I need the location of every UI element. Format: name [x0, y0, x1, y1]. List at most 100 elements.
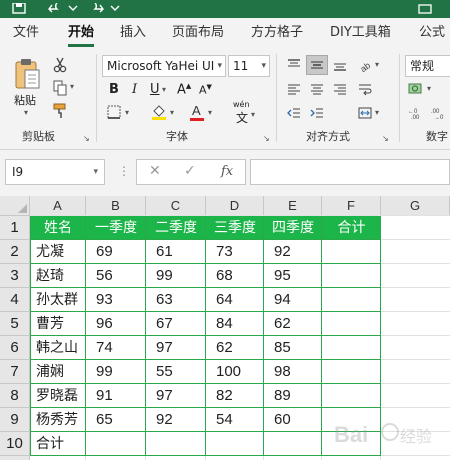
column-header-b[interactable]: B: [86, 196, 146, 216]
score-cell[interactable]: 65: [86, 408, 145, 432]
score-cell[interactable]: 74: [86, 336, 145, 360]
alignment-launcher-icon[interactable]: ↘: [382, 132, 389, 146]
name-cell[interactable]: 尤凝: [30, 240, 85, 264]
undo-icon[interactable]: [48, 0, 62, 13]
copy-dropdown-icon[interactable]: ▾: [70, 82, 74, 91]
increase-indent-icon[interactable]: [309, 105, 325, 121]
borders-dropdown-icon[interactable]: ▾: [125, 108, 129, 117]
score-cell[interactable]: 98: [264, 360, 321, 384]
font-size-dropdown-icon[interactable]: ▾: [261, 56, 266, 76]
format-painter-icon[interactable]: [52, 102, 68, 120]
score-cell[interactable]: [322, 384, 380, 408]
name-cell[interactable]: 合计: [30, 432, 85, 456]
name-box[interactable]: I9 ▾: [5, 159, 105, 185]
tab-file[interactable]: 文件: [13, 24, 39, 42]
score-cell[interactable]: 82: [206, 384, 263, 408]
insert-function-icon[interactable]: fx: [221, 164, 233, 179]
paste-button-label[interactable]: 粘贴: [14, 92, 36, 108]
number-format-box[interactable]: 常规: [405, 55, 450, 77]
row-header-10[interactable]: 10: [0, 432, 30, 456]
name-cell[interactable]: 杨秀芳: [30, 408, 85, 432]
score-cell[interactable]: 84: [206, 312, 263, 336]
underline-icon[interactable]: U: [150, 82, 160, 97]
row-header-8[interactable]: 8: [0, 384, 30, 408]
name-cell[interactable]: 曹芳: [30, 312, 85, 336]
wrap-text-icon[interactable]: [357, 81, 373, 97]
score-cell[interactable]: [264, 432, 321, 456]
copy-icon[interactable]: [52, 79, 68, 97]
score-cell[interactable]: 97: [146, 336, 205, 360]
score-cell[interactable]: [206, 432, 263, 456]
row-header-3[interactable]: 3: [0, 264, 30, 288]
column-header-g[interactable]: G: [381, 196, 450, 216]
paste-icon[interactable]: [12, 56, 42, 92]
score-cell[interactable]: 68: [206, 264, 263, 288]
score-cell[interactable]: [322, 240, 380, 264]
row-header-1[interactable]: 1: [0, 216, 30, 240]
align-right-icon[interactable]: [332, 81, 348, 97]
table-header-cell[interactable]: 一季度: [86, 216, 146, 240]
bold-icon[interactable]: B: [109, 82, 119, 97]
score-cell[interactable]: [322, 360, 380, 384]
score-cell[interactable]: 89: [264, 384, 321, 408]
name-box-dropdown-icon[interactable]: ▾: [93, 160, 98, 184]
cancel-icon[interactable]: ✕: [149, 163, 161, 179]
score-cell[interactable]: 97: [146, 384, 205, 408]
table-header-cell[interactable]: 合计: [322, 216, 381, 240]
score-cell[interactable]: 92: [146, 408, 205, 432]
table-header-cell[interactable]: 四季度: [264, 216, 322, 240]
score-cell[interactable]: [86, 432, 145, 456]
score-cell[interactable]: 96: [86, 312, 145, 336]
name-cell[interactable]: 孙太群: [30, 288, 85, 312]
row-header-6[interactable]: 6: [0, 336, 30, 360]
name-cell[interactable]: 韩之山: [30, 336, 85, 360]
cut-icon[interactable]: [52, 56, 68, 74]
score-cell[interactable]: [322, 312, 380, 336]
align-center-icon[interactable]: [309, 81, 325, 97]
column-header-e[interactable]: E: [264, 196, 322, 216]
score-cell[interactable]: 60: [264, 408, 321, 432]
column-header-a[interactable]: A: [30, 196, 86, 216]
column-header-f[interactable]: F: [322, 196, 381, 216]
phonetic-guide-icon[interactable]: wén: [233, 100, 250, 109]
borders-icon[interactable]: [106, 104, 122, 120]
save-icon[interactable]: [12, 0, 26, 14]
enter-icon[interactable]: ✓: [184, 163, 196, 179]
name-cell[interactable]: 浦娴: [30, 360, 85, 384]
phonetic-dropdown-icon[interactable]: ▾: [251, 110, 255, 119]
font-name-dropdown-icon[interactable]: ▾: [217, 56, 222, 76]
redo-icon[interactable]: [90, 0, 104, 13]
score-cell[interactable]: 55: [146, 360, 205, 384]
align-top-icon[interactable]: [286, 57, 302, 73]
select-all-corner[interactable]: [0, 196, 30, 216]
tab-fangfanggezi[interactable]: 方方格子: [251, 24, 303, 42]
font-size-box[interactable]: 11 ▾: [228, 55, 270, 77]
tab-insert[interactable]: 插入: [120, 24, 146, 42]
score-cell[interactable]: 69: [86, 240, 145, 264]
orientation-icon[interactable]: ab: [357, 57, 373, 73]
column-header-c[interactable]: C: [146, 196, 206, 216]
undo-dropdown-icon[interactable]: [66, 0, 80, 12]
score-cell[interactable]: 94: [264, 288, 321, 312]
score-cell[interactable]: 99: [146, 264, 205, 288]
score-cell[interactable]: [146, 432, 205, 456]
decrease-decimal-icon[interactable]: .00 →0: [430, 105, 448, 121]
score-cell[interactable]: 99: [86, 360, 145, 384]
score-cell[interactable]: 100: [206, 360, 263, 384]
font-color-icon[interactable]: A: [188, 102, 206, 122]
score-cell[interactable]: 85: [264, 336, 321, 360]
align-middle-icon[interactable]: [309, 57, 325, 73]
score-cell[interactable]: [322, 336, 380, 360]
row-header-2[interactable]: 2: [0, 240, 30, 264]
score-cell[interactable]: 61: [146, 240, 205, 264]
align-left-icon[interactable]: [286, 81, 302, 97]
name-cell[interactable]: 罗晓磊: [30, 384, 85, 408]
merge-center-icon[interactable]: [357, 105, 373, 121]
font-launcher-icon[interactable]: ↘: [263, 132, 270, 146]
decrease-indent-icon[interactable]: [286, 105, 302, 121]
accounting-format-icon[interactable]: [407, 81, 425, 97]
table-header-cell[interactable]: 姓名: [30, 216, 86, 240]
decrease-font-icon[interactable]: A▼: [199, 83, 212, 97]
row-header-7[interactable]: 7: [0, 360, 30, 384]
name-cell[interactable]: 赵琦: [30, 264, 85, 288]
